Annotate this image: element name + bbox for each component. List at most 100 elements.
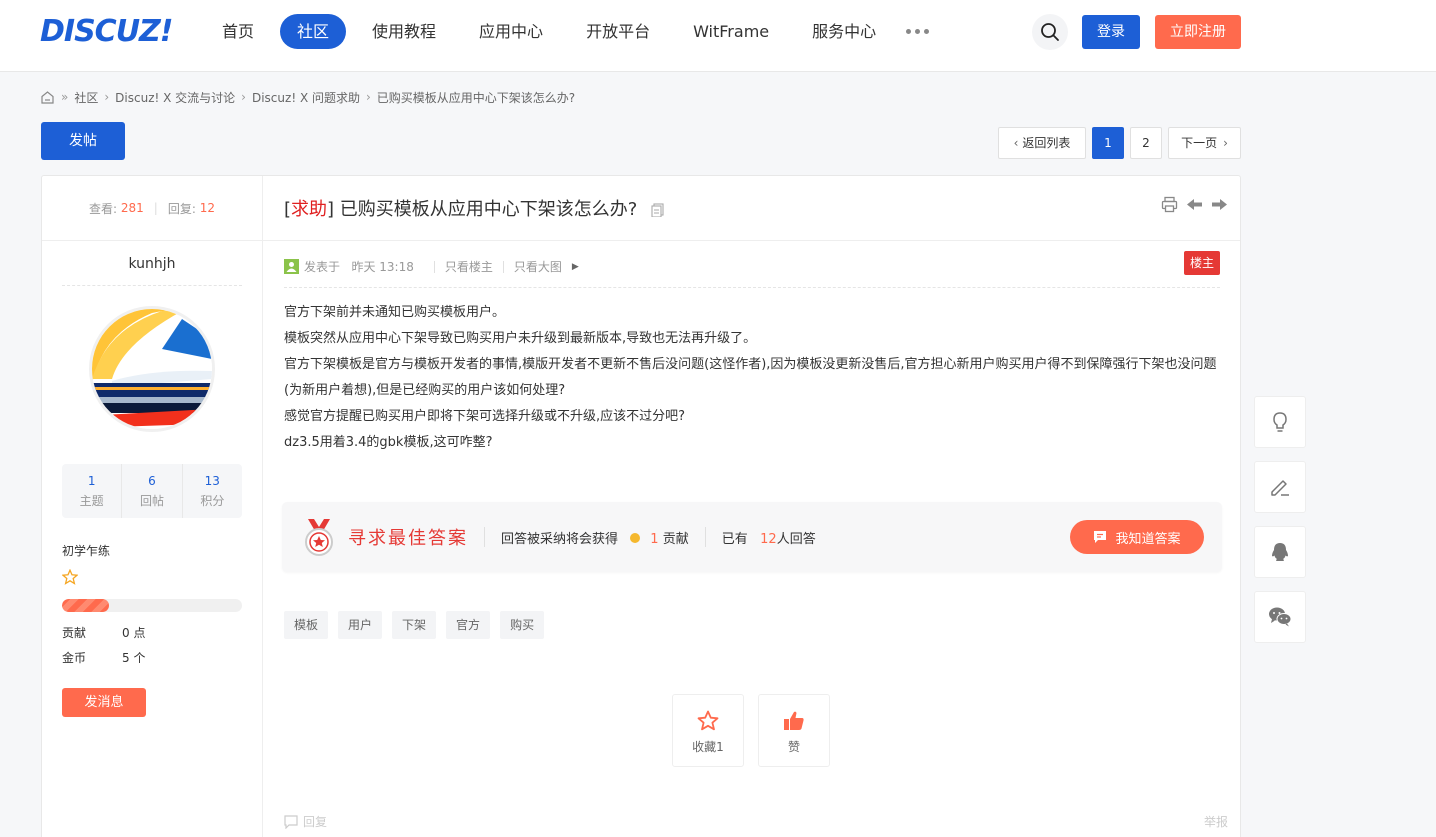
reply-icon [284,814,298,829]
avatar[interactable] [89,306,215,432]
breadcrumb-current[interactable]: 已购买模板从应用中心下架该怎么办? [377,89,575,106]
post-paragraph: 官方下架模板是官方与模板开发者的事情,模版开发者不更新不售后没问题(这怪作者),… [284,357,1217,398]
reward-info: 回答被采纳将会获得 1 贡献 [501,531,689,547]
best-answer-box: 寻求最佳答案 回答被采纳将会获得 1 贡献 已有 12人回答 我知道答案 [282,502,1222,572]
nav-app-center[interactable]: 应用中心 [462,14,560,49]
wechat-icon [1269,607,1292,627]
floating-toolbar [1254,396,1306,643]
post-actions: 收藏1 赞 [672,694,830,767]
post-panel: [求助] 已购买模板从应用中心下架该怎么办? 发表于 昨天 13:18 只看楼主… [263,176,1240,837]
quick-post-button[interactable] [1254,461,1306,513]
login-button[interactable]: 登录 [1082,15,1140,49]
view-count: 281 [120,201,144,215]
nav-home[interactable]: 首页 [222,14,271,49]
wechat-share-button[interactable] [1254,591,1306,643]
page-1-button[interactable]: 1 [1092,127,1124,159]
nav-community[interactable]: 社区 [280,14,347,49]
thumbs-up-icon [784,711,804,730]
print-icon[interactable] [1161,196,1178,213]
divider [62,285,242,286]
chevron-right-icon: › [1223,136,1228,150]
search-button[interactable] [1032,14,1068,50]
author-name[interactable]: kunhjh [42,256,262,272]
tag-list: 模板 用户 下架 官方 购买 [284,611,545,639]
thread-title-row: [求助] 已购买模板从应用中心下架该怎么办? [263,176,1240,241]
breadcrumb: » 社区 › Discuz! X 交流与讨论 › Discuz! X 问题求助 … [40,89,575,105]
tag-item[interactable]: 模板 [284,611,329,639]
top-header: DISCUZ! 首页 社区 使用教程 应用中心 开放平台 WitFrame 服务… [0,0,1436,72]
pager: ‹ 返回列表 1 2 下一页 › [998,127,1241,159]
report-link[interactable]: 举报 [1204,813,1228,830]
answer-count: 已有 12人回答 [721,531,816,547]
page-2-button[interactable]: 2 [1130,127,1162,159]
breadcrumb-subforum[interactable]: Discuz! X 问题求助 [252,89,360,106]
caret-right-icon[interactable]: ▶ [572,262,579,272]
level-star-icon [61,568,242,589]
send-message-button[interactable]: 发消息 [62,688,146,717]
author-stats: 1 主题 6 回帖 13 积分 [62,464,242,518]
author-level[interactable]: 初学乍练 [62,542,242,559]
lightbulb-icon [1273,412,1287,432]
copy-link-icon[interactable] [651,203,665,217]
gold-row: 金币 5 个 [62,651,146,665]
post-content: 官方下架前并未通知已购买模板用户。 模板突然从应用中心下架导致已购买用户未升级到… [284,300,1224,456]
only-images-link[interactable]: 只看大图 [514,258,562,275]
stat-posts[interactable]: 6 回帖 [122,464,183,518]
more-dots-icon[interactable] [906,14,930,49]
nav-tutorial[interactable]: 使用教程 [355,14,453,49]
discuz-logo[interactable]: DISCUZ! [40,14,173,49]
coin-icon [630,532,641,543]
medal-icon [305,519,333,556]
post-time: 昨天 13:18 [351,260,414,274]
author-panel: 查看: 281 | 回复: 12 kunhjh 1主题 6回帖 13积分 [42,176,263,837]
next-page-button[interactable]: 下一页 › [1168,127,1241,159]
post-paragraph: 官方下架前并未通知已购买模板用户。 [284,305,506,320]
tag-item[interactable]: 官方 [446,611,491,639]
edit-icon [1271,480,1289,496]
breadcrumb-forum[interactable]: Discuz! X 交流与讨论 [115,89,235,106]
thread-title: [求助] 已购买模板从应用中心下架该怎么办? [284,199,638,220]
title-tools [1161,196,1228,213]
tag-item[interactable]: 用户 [338,611,383,639]
nav-open-platform[interactable]: 开放平台 [569,14,667,49]
divider [284,287,1220,288]
tag-item[interactable]: 下架 [392,611,437,639]
contribution-row: 贡献 0 点 [62,626,146,640]
level-progress-bar [62,599,242,612]
home-icon[interactable] [40,90,55,105]
owner-badge: 楼主 [1183,251,1220,275]
qq-icon [1272,543,1288,561]
best-answer-title: 寻求最佳答案 [348,528,468,549]
nav-service-center[interactable]: 服务中心 [795,14,893,49]
comment-icon [1094,531,1107,543]
i-know-answer-button[interactable]: 我知道答案 [1070,520,1204,554]
prev-thread-icon[interactable] [1186,196,1203,213]
next-thread-icon[interactable] [1211,196,1228,213]
thread-type-tag[interactable]: 求助 [291,199,327,220]
reply-count: 12 [199,201,215,215]
stat-credits[interactable]: 13 积分 [183,464,242,518]
post-paragraph: 模板突然从应用中心下架导致已购买用户未升级到最新版本,导致也无法再升级了。 [284,331,757,346]
reply-link[interactable]: 回复 [284,813,327,830]
search-icon [1041,23,1059,41]
new-post-button[interactable]: 发帖 [41,122,125,160]
qq-share-button[interactable] [1254,526,1306,578]
tag-item[interactable]: 购买 [500,611,545,639]
breadcrumb-community[interactable]: 社区 [74,89,98,106]
thread-stats: 查看: 281 | 回复: 12 [42,176,262,241]
main-nav: 首页 社区 使用教程 应用中心 开放平台 WitFrame 服务中心 [222,14,930,49]
post-paragraph: 感觉官方提醒已购买用户即将下架可选择升级或不升级,应该不过分吧? [284,409,686,424]
thread-card: 查看: 281 | 回复: 12 kunhjh 1主题 6回帖 13积分 [41,175,1241,837]
back-to-list-button[interactable]: ‹ 返回列表 [998,127,1086,159]
stat-topics[interactable]: 1 主题 [62,464,123,518]
chevron-left-icon: ‹ [1013,136,1019,150]
nav-witframe[interactable]: WitFrame [676,14,786,49]
register-button[interactable]: 立即注册 [1155,15,1241,49]
only-owner-link[interactable]: 只看楼主 [445,258,493,275]
tips-button[interactable] [1254,396,1306,448]
like-button[interactable]: 赞 [758,694,830,767]
breadcrumb-sep: » [61,90,69,104]
post-paragraph: dz3.5用着3.4的gbk模板,这可咋整? [284,435,493,450]
star-icon [697,710,719,731]
favorite-button[interactable]: 收藏1 [672,694,744,767]
